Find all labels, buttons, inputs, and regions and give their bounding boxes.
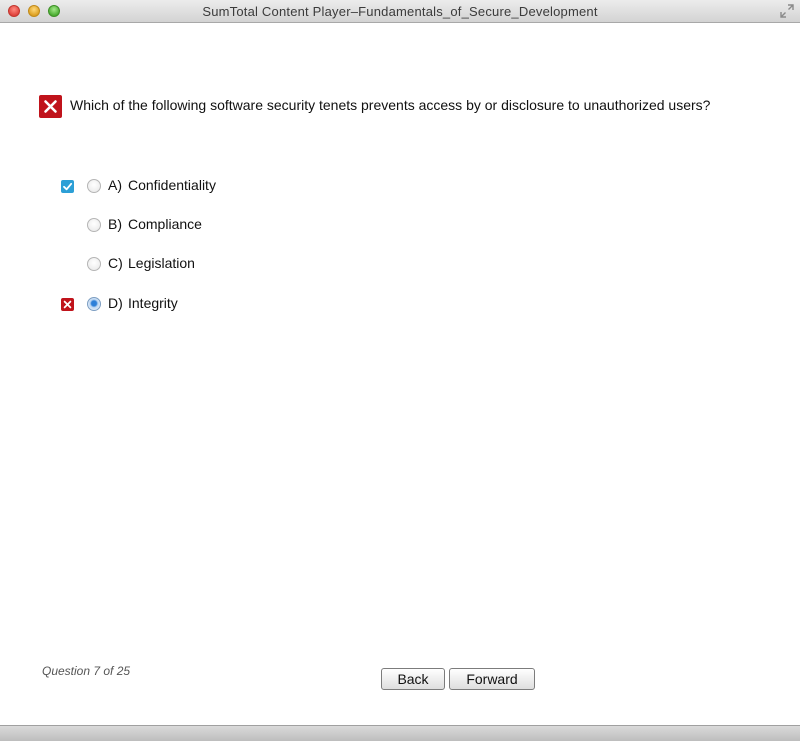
question-incorrect-icon xyxy=(39,95,62,118)
option-b-label[interactable]: Compliance xyxy=(128,216,202,232)
question-text: Which of the following software security… xyxy=(70,97,711,113)
option-d-label[interactable]: Integrity xyxy=(128,295,178,311)
answer-option-b[interactable]: B) Compliance xyxy=(0,216,400,236)
correct-answer-mark xyxy=(61,180,74,193)
back-button[interactable]: Back xyxy=(381,668,445,690)
option-d-radio[interactable] xyxy=(87,297,101,311)
answer-option-a[interactable]: A) Confidentiality xyxy=(0,177,400,197)
forward-button[interactable]: Forward xyxy=(449,668,535,690)
window-title: SumTotal Content Player–Fundamentals_of_… xyxy=(202,4,598,19)
answer-option-d[interactable]: D) Integrity xyxy=(0,295,400,315)
x-mark-icon xyxy=(63,300,72,309)
x-mark-icon xyxy=(44,100,57,113)
option-b-letter: B) xyxy=(108,216,122,232)
option-c-label[interactable]: Legislation xyxy=(128,255,195,271)
checkmark-icon xyxy=(63,182,73,191)
option-b-radio[interactable] xyxy=(87,218,101,232)
window-titlebar: SumTotal Content Player–Fundamentals_of_… xyxy=(0,0,800,23)
option-c-letter: C) xyxy=(108,255,123,271)
option-a-radio[interactable] xyxy=(87,179,101,193)
option-d-letter: D) xyxy=(108,295,123,311)
window-status-bar xyxy=(0,725,800,741)
fullscreen-icon[interactable] xyxy=(780,4,794,18)
option-c-radio[interactable] xyxy=(87,257,101,271)
option-a-letter: A) xyxy=(108,177,122,193)
option-a-label[interactable]: Confidentiality xyxy=(128,177,216,193)
question-progress: Question 7 of 25 xyxy=(42,664,131,678)
answer-option-c[interactable]: C) Legislation xyxy=(0,255,400,275)
wrong-answer-mark xyxy=(61,298,74,311)
